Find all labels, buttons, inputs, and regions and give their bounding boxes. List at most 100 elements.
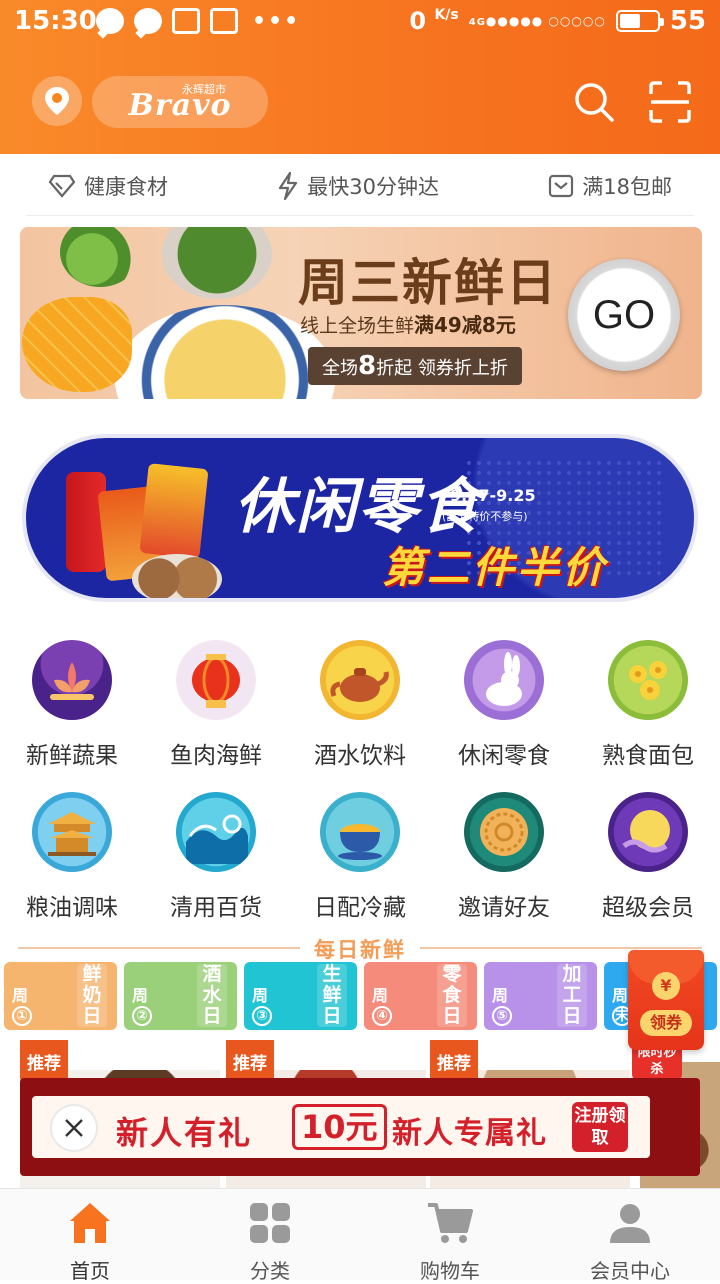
banner1-title: 周三新鲜日 (298, 254, 558, 312)
category-snacks[interactable]: 休闲零食 (432, 640, 576, 770)
day-number: ① (12, 1006, 32, 1026)
status-right: 0 K/s 4G●●●●● ○○○○○ 55 (409, 6, 706, 36)
category-meat-seafood[interactable]: 鱼肉海鲜 (144, 640, 288, 770)
feature-free-shipping: 满18包邮 (548, 171, 672, 201)
mango-image (22, 297, 132, 392)
tag-suffix: 折起 领券折上折 (376, 358, 508, 379)
category-drinks[interactable]: 酒水饮料 (288, 640, 432, 770)
battery-level (619, 14, 640, 28)
category-deli-bakery[interactable]: 熟食面包 (576, 640, 720, 770)
osmanthus-icon (608, 640, 688, 720)
status-bar: 15:30 ••• 0 K/s 4G●●●●● ○○○○○ 55 (0, 0, 720, 46)
vegetable-image (60, 227, 140, 287)
category-label: 酒水饮料 (314, 743, 406, 769)
battery-icon (615, 10, 664, 32)
news-icon (172, 8, 200, 34)
day-week-label: 周 (132, 986, 149, 1005)
promo-card: 新人有礼 10元 新人专属礼 注册领取 (32, 1096, 650, 1158)
category-label: 清用百货 (170, 895, 262, 921)
feature-healthy: 健康食材 (48, 171, 168, 201)
feature-strip: 健康食材 最快30分钟达 满18包邮 (26, 156, 694, 216)
nav-cart[interactable]: 购物车 (360, 1189, 540, 1283)
snacks-banner[interactable]: 休闲零食 9.17-9.25 (部分特价不参与) 第二件半价 (22, 434, 698, 602)
day-week-label: 周 (612, 986, 629, 1005)
search-icon[interactable] (572, 80, 616, 124)
day-week-label: 周 (372, 986, 389, 1005)
coupon-float-button[interactable]: ¥ 领券 (628, 950, 704, 1050)
moon-icon (608, 792, 688, 872)
app-header: 15:30 ••• 0 K/s 4G●●●●● ○○○○○ 55 永辉超市 Br… (0, 0, 720, 154)
book-icon (210, 8, 238, 34)
feature-label: 满18包邮 (582, 174, 672, 199)
day-name: 零食日 (437, 964, 467, 1027)
logo-brand: Bravo (128, 88, 232, 123)
category-grain-oil[interactable]: 粮油调味 (0, 792, 144, 922)
category-invite-friends[interactable]: 邀请好友 (432, 792, 576, 922)
go-button[interactable]: GO (568, 259, 680, 371)
envelope-icon (549, 174, 574, 197)
category-super-member[interactable]: 超级会员 (576, 792, 720, 922)
close-icon (65, 1119, 83, 1137)
battery-text: 55 (669, 6, 706, 36)
category-household[interactable]: 清用百货 (144, 792, 288, 922)
cookie-bowl (132, 554, 222, 598)
day-tab-thursday[interactable]: 周 ④ 零食日 (364, 962, 477, 1030)
herb-bowl-image (162, 227, 272, 299)
grid-icon (250, 1203, 290, 1243)
store-logo[interactable]: 永辉超市 Bravo (92, 76, 268, 128)
daily-fresh-tabs: 周 ① 鲜奶日 周 ② 酒水日 周 ③ 生鲜日 周 ④ 零食日 周 ⑤ 加工日 … (4, 962, 720, 1030)
day-number: ④ (372, 1006, 392, 1026)
wednesday-fresh-banner[interactable]: 周三新鲜日 线上全场生鲜满49减8元 全场8折起 领券折上折 GO (20, 227, 702, 399)
coupon-label: 领券 (640, 1010, 692, 1036)
network-speed-unit: K/s (434, 7, 459, 23)
category-label: 粮油调味 (26, 895, 118, 921)
new-user-promo[interactable]: 新人有礼 10元 新人专属礼 注册领取 (20, 1078, 700, 1176)
day-name: 生鲜日 (317, 964, 347, 1027)
day-number: ⑤ (492, 1006, 512, 1026)
day-number: ② (132, 1006, 152, 1026)
banner1-subtitle: 线上全场生鲜满49减8元 (300, 309, 516, 338)
status-time: 15:30 (14, 6, 97, 36)
daily-fresh-title: 每日新鲜 (314, 938, 406, 962)
category-label: 超级会员 (602, 895, 694, 921)
more-notifications-icon: ••• (252, 8, 301, 34)
snacks-image (36, 454, 246, 598)
day-tab-friday[interactable]: 周 ⑤ 加工日 (484, 962, 597, 1030)
tea-cup-icon (320, 792, 400, 872)
scan-icon[interactable] (648, 80, 692, 124)
category-dairy-chilled[interactable]: 日配冷藏 (288, 792, 432, 922)
day-week-label: 周 (252, 986, 269, 1005)
register-claim-button[interactable]: 注册领取 (572, 1102, 628, 1152)
day-tab-monday[interactable]: 周 ① 鲜奶日 (4, 962, 117, 1030)
lightning-icon (279, 171, 298, 200)
close-promo-button[interactable] (52, 1106, 96, 1150)
banner2-note: (部分特价不参与) (442, 510, 528, 523)
lotus-icon (32, 640, 112, 720)
feature-label: 最快30分钟达 (307, 174, 439, 199)
day-tab-tuesday[interactable]: 周 ② 酒水日 (124, 962, 237, 1030)
wave-icon (176, 792, 256, 872)
location-button[interactable] (32, 76, 82, 126)
lantern-icon (176, 640, 256, 720)
yen-icon: ¥ (652, 972, 680, 1000)
bottom-navigation: 首页 分类 购物车 会员中心 (0, 1188, 720, 1283)
signal-icon: 4G●●●●● ○○○○○ (468, 14, 606, 28)
user-icon (610, 1204, 650, 1243)
day-tab-wednesday[interactable]: 周 ③ 生鲜日 (244, 962, 357, 1030)
promo-headline: 新人有礼 (116, 1114, 253, 1152)
promo-amount: 10元 (292, 1104, 387, 1150)
category-label: 休闲零食 (458, 743, 550, 769)
nav-member-center[interactable]: 会员中心 (540, 1189, 720, 1283)
daily-fresh-heading: 每日新鲜 (18, 934, 702, 962)
category-label: 新鲜蔬果 (26, 743, 118, 769)
category-label: 鱼肉海鲜 (170, 743, 262, 769)
pavilion-icon (32, 792, 112, 872)
day-name: 酒水日 (197, 964, 227, 1027)
recommend-tag: 推荐 (20, 1040, 68, 1080)
nav-categories[interactable]: 分类 (180, 1189, 360, 1283)
category-fresh-produce[interactable]: 新鲜蔬果 (0, 640, 144, 770)
nav-home[interactable]: 首页 (0, 1189, 180, 1283)
cart-icon (428, 1203, 473, 1243)
day-week-label: 周 (492, 986, 509, 1005)
snack-bag-2 (139, 463, 209, 559)
